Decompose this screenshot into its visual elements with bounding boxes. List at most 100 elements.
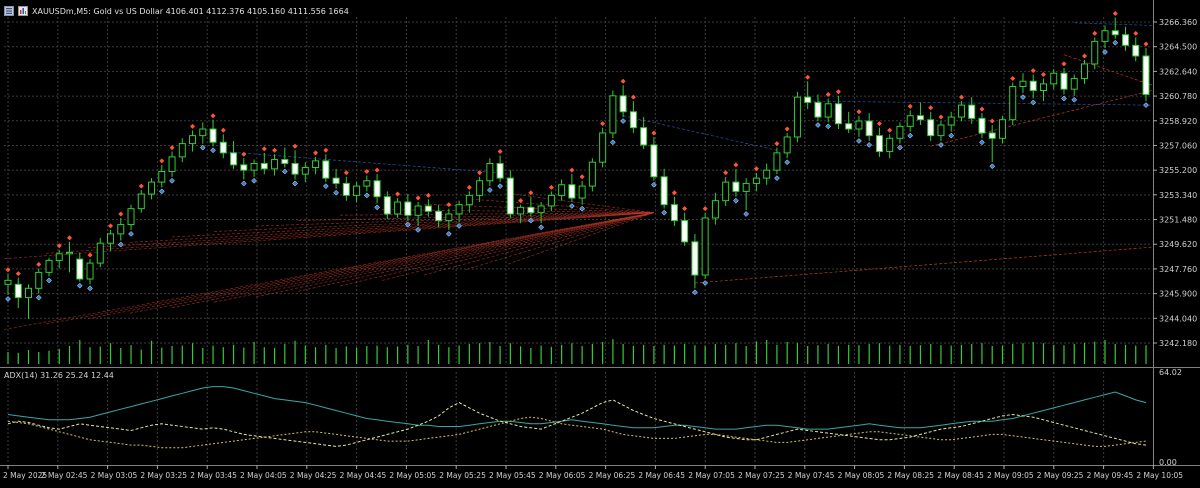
candle-body [1039, 83, 1047, 92]
candle-body [947, 116, 955, 126]
candle-body [927, 119, 935, 137]
chart-header: XAUUSDm,M5: Gold vs US Dollar 4106.401 4… [4, 3, 349, 19]
time-axis-label: 2 May 05:45 [489, 471, 536, 480]
candle-body [824, 103, 832, 118]
bull-candle [588, 158, 596, 192]
candle-body [301, 166, 309, 175]
candle-body [148, 181, 156, 195]
time-axis-label: 2 May 05:25 [439, 471, 486, 480]
candle-body [711, 200, 719, 219]
time-axis-label: 2 May 03:05 [91, 471, 138, 480]
candle-body [650, 144, 658, 178]
candle-body [209, 128, 217, 143]
candle-body [619, 95, 627, 113]
candle-body [76, 258, 84, 280]
candle-body [793, 96, 801, 138]
candle-body [230, 152, 238, 166]
price-axis-label: 3249.620 [1159, 240, 1197, 249]
candle-body [363, 180, 371, 187]
bull-candle [701, 212, 709, 280]
candle-body [886, 137, 894, 153]
candle-body [722, 181, 730, 202]
candle-body [773, 152, 781, 171]
price-axis-label: 3245.900 [1159, 290, 1197, 299]
candle-body [1101, 30, 1109, 42]
time-axis-label: 2 May 06:45 [638, 471, 685, 480]
candle-body [455, 204, 463, 215]
candle-body [629, 111, 637, 129]
candle-body [937, 124, 945, 137]
candle-body [527, 206, 535, 214]
time-axis-label: 2 May 04:05 [240, 471, 287, 480]
candle-body [189, 135, 197, 145]
candle-body [547, 194, 555, 207]
candle-body [998, 119, 1006, 139]
candle-body [1060, 72, 1068, 90]
time-axis-label: 2 May 04:45 [340, 471, 387, 480]
candle-body [588, 161, 596, 187]
candle-body [4, 279, 12, 285]
candle-body [1009, 86, 1017, 121]
price-axis-label: 3262.640 [1159, 67, 1197, 76]
time-axis-label: 2 May 08:45 [937, 471, 984, 480]
adx-axis-label: 64.02 [1159, 368, 1182, 377]
candle-body [978, 117, 986, 134]
candle-body [250, 163, 258, 171]
price-axis-label: 3260.780 [1159, 92, 1197, 101]
candle-body [660, 176, 668, 206]
candle-body [640, 127, 648, 146]
bull-candle [793, 91, 801, 143]
candle-body [957, 104, 965, 118]
candle-body [1111, 30, 1119, 36]
candle-body [732, 181, 740, 192]
candle-body [86, 262, 94, 280]
candle-body [117, 224, 125, 235]
candle-body [1142, 55, 1150, 95]
window-menu-icon[interactable] [4, 6, 14, 16]
candle-body [178, 143, 186, 158]
time-axis-label: 2 May 08:25 [887, 471, 934, 480]
time-axis-label: 2 May 07:45 [788, 471, 835, 480]
candle-body [342, 182, 350, 196]
candle-body [96, 242, 104, 264]
time-axis-label: 2 May 08:05 [838, 471, 885, 480]
candle-body [332, 177, 340, 184]
candle-body [424, 205, 432, 212]
time-axis-label: 2 May 09:45 [1087, 471, 1134, 480]
candle-body [383, 196, 391, 215]
candle-body [394, 201, 402, 215]
price-axis-label: 3266.360 [1159, 18, 1197, 27]
candle-body [865, 120, 873, 137]
price-axis-label: 3244.040 [1159, 314, 1197, 323]
candle-body [219, 141, 227, 154]
candle-body [968, 104, 976, 119]
candle-body [1121, 34, 1129, 46]
candle-body [783, 136, 791, 154]
candle-body [1080, 63, 1088, 80]
candle-body [465, 194, 473, 206]
chart-window[interactable]: 3266.360 3264.500 3262.640 3260.780 3258.920… [0, 0, 1200, 484]
candle-body [476, 180, 484, 196]
candle-body [517, 206, 525, 215]
candle-body [107, 233, 115, 244]
time-axis-label: 2 May 02:45 [41, 471, 88, 480]
chart-icon[interactable] [18, 6, 28, 16]
candle-body [435, 210, 443, 222]
candle-body [25, 287, 33, 299]
price-axis-label: 3255.200 [1159, 166, 1197, 175]
candle-body [609, 95, 617, 134]
candle-body [681, 220, 689, 243]
candle-body [804, 96, 812, 103]
candle-body [260, 163, 268, 170]
candle-body [537, 205, 545, 214]
candle-body [742, 182, 750, 192]
candle-body [404, 201, 412, 216]
candle-body [199, 128, 207, 137]
candle-body [14, 283, 22, 299]
candle-body [670, 204, 678, 222]
chart-canvas[interactable]: 3266.360 3264.500 3262.640 3260.780 3258.920… [0, 0, 1200, 484]
candle-body [240, 164, 248, 171]
candle-body [875, 135, 883, 153]
candle-body [1091, 40, 1099, 65]
candle-body [1019, 80, 1027, 88]
